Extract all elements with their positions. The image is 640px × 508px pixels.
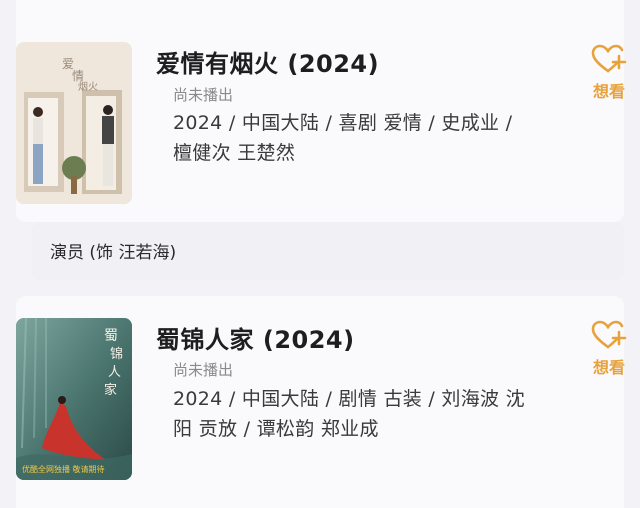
meta-line: 檀健次 王楚然 [173, 142, 296, 164]
movie-meta: 2024 / 中国大陆 / 剧情 古装 / 刘海波 沈 阳 贡放 / 谭松韵 郑… [173, 384, 553, 444]
want-label: 想看 [592, 358, 625, 377]
want-to-watch-button[interactable]: 想看 [584, 44, 634, 102]
svg-text:人: 人 [108, 365, 121, 380]
want-to-watch-button[interactable]: 想看 [584, 320, 634, 378]
role-text: 演员 (饰 汪若海) [50, 243, 177, 263]
meta-line: 2024 / 中国大陆 / 喜剧 爱情 / 史成业 / [173, 112, 513, 134]
movie-title[interactable]: 蜀锦人家 (2024) [156, 320, 355, 355]
poster-image[interactable]: 爱 情 烟火 [16, 42, 132, 204]
heart-plus-icon [591, 44, 627, 73]
poster-image[interactable]: 蜀 锦 人 家 优酷全网独播 敬请期待 [16, 318, 132, 480]
movie-title[interactable]: 爱情有烟火 (2024) [156, 44, 379, 79]
svg-text:锦: 锦 [110, 347, 123, 362]
want-label: 想看 [592, 82, 625, 101]
release-status: 尚未播出 [173, 361, 234, 379]
meta-line: 2024 / 中国大陆 / 剧情 古装 / 刘海波 沈 [173, 388, 525, 410]
poster-art: 爱 情 烟火 [16, 42, 132, 204]
role-bar: 演员 (饰 汪若海) [32, 222, 624, 280]
meta-line: 阳 贡放 / 谭松韵 郑业成 [173, 418, 379, 440]
svg-text:蜀: 蜀 [104, 328, 118, 344]
svg-text:烟火: 烟火 [78, 80, 98, 93]
heart-plus-icon [591, 320, 627, 349]
svg-text:优酷全网独播 敬请期待: 优酷全网独播 敬请期待 [22, 464, 105, 474]
release-status: 尚未播出 [173, 86, 234, 104]
svg-text:情: 情 [72, 69, 84, 83]
poster-art: 蜀 锦 人 家 优酷全网独播 敬请期待 [16, 318, 132, 480]
movie-meta: 2024 / 中国大陆 / 喜剧 爱情 / 史成业 / 檀健次 王楚然 [173, 108, 553, 168]
svg-text:家: 家 [104, 382, 117, 398]
